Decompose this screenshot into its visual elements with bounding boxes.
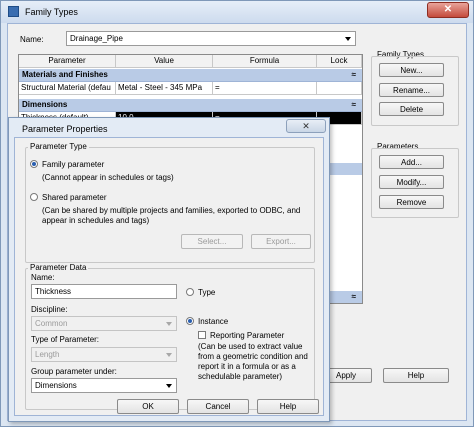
group-materials[interactable]: Materials and Finishes ≈: [19, 69, 362, 82]
name-label: Name:: [20, 35, 44, 44]
expand-chevron-icon: ≈: [351, 292, 356, 301]
group-label: Dimensions: [22, 100, 68, 109]
lock-cell[interactable]: [317, 82, 362, 95]
family-parameter-label[interactable]: Family parameter: [42, 160, 104, 169]
family-name-value: Drainage_Pipe: [70, 34, 123, 43]
chevron-down-icon: [345, 37, 351, 41]
help-button[interactable]: Help: [257, 399, 319, 414]
parameter-type-group-label: Parameter Type: [28, 142, 89, 151]
discipline-label: Discipline:: [31, 305, 68, 314]
close-button[interactable]: ✕: [286, 119, 326, 133]
group-under-label: Group parameter under:: [31, 367, 117, 376]
param-name-label: Name:: [31, 273, 55, 282]
col-header-formula[interactable]: Formula: [213, 55, 317, 68]
type-of-parameter-select[interactable]: Length: [31, 347, 177, 362]
ok-button[interactable]: OK: [117, 399, 179, 414]
close-icon: ✕: [302, 121, 310, 131]
type-of-parameter-label: Type of Parameter:: [31, 335, 100, 344]
reporting-parameter-desc: (Can be used to extract value from a geo…: [198, 342, 308, 381]
col-header-parameter[interactable]: Parameter: [19, 55, 116, 68]
discipline-value: Common: [35, 319, 68, 328]
group-under-select[interactable]: Dimensions: [31, 378, 177, 393]
modify-parameter-button[interactable]: Modify...: [379, 175, 444, 189]
col-header-value[interactable]: Value: [116, 55, 213, 68]
reporting-parameter-label[interactable]: Reporting Parameter: [210, 331, 284, 340]
new-type-button[interactable]: New...: [379, 63, 444, 77]
chevron-down-icon: [166, 322, 172, 326]
shared-parameter-label[interactable]: Shared parameter: [42, 193, 106, 202]
instance-radio[interactable]: [186, 317, 194, 325]
discipline-select[interactable]: Common: [31, 316, 177, 331]
close-icon: ✕: [443, 4, 453, 15]
family-parameter-desc: (Cannot appear in schedules or tags): [42, 173, 174, 182]
family-name-select[interactable]: Drainage_Pipe: [66, 31, 356, 46]
add-parameter-button[interactable]: Add...: [379, 155, 444, 169]
param-cell: Structural Material (defau: [19, 82, 116, 95]
parameter-properties-dialog: Parameter Properties ✕ Parameter Type Fa…: [8, 117, 330, 422]
delete-type-button[interactable]: Delete: [379, 102, 444, 116]
revit-app-icon: [8, 6, 19, 17]
family-parameter-radio[interactable]: [30, 160, 38, 168]
shared-parameter-radio[interactable]: [30, 193, 38, 201]
group-dimensions[interactable]: Dimensions ≈: [19, 99, 362, 112]
instance-radio-label[interactable]: Instance: [198, 317, 228, 326]
chevron-down-icon: [166, 384, 172, 388]
col-header-lock[interactable]: Lock: [317, 55, 362, 68]
cancel-button[interactable]: Cancel: [187, 399, 249, 414]
export-button[interactable]: Export...: [251, 234, 311, 249]
collapse-chevron-icon: ≈: [351, 100, 356, 109]
type-radio-label[interactable]: Type: [198, 288, 215, 297]
help-button[interactable]: Help: [383, 368, 449, 383]
type-radio[interactable]: [186, 288, 194, 296]
rename-type-button[interactable]: Rename...: [379, 83, 444, 97]
chevron-down-icon: [166, 353, 172, 357]
value-cell[interactable]: Metal - Steel - 345 MPa: [116, 82, 213, 95]
collapse-chevron-icon: ≈: [351, 70, 356, 79]
group-under-value: Dimensions: [35, 381, 77, 390]
select-button[interactable]: Select...: [181, 234, 243, 249]
remove-parameter-button[interactable]: Remove: [379, 195, 444, 209]
parameter-properties-title: Parameter Properties: [22, 124, 108, 134]
param-name-input[interactable]: Thickness: [31, 284, 177, 299]
family-types-titlebar: Family Types ✕: [1, 1, 473, 23]
family-types-title: Family Types: [25, 7, 78, 17]
parameter-properties-body: Parameter Type Family parameter (Cannot …: [14, 137, 324, 416]
parameter-data-group-label: Parameter Data: [28, 263, 89, 272]
shared-parameter-desc: (Can be shared by multiple projects and …: [42, 206, 301, 225]
formula-cell[interactable]: =: [213, 82, 317, 95]
reporting-parameter-checkbox[interactable]: [198, 331, 206, 339]
close-button[interactable]: ✕: [427, 2, 469, 18]
group-label: Materials and Finishes: [22, 70, 108, 79]
type-of-parameter-value: Length: [35, 350, 60, 359]
